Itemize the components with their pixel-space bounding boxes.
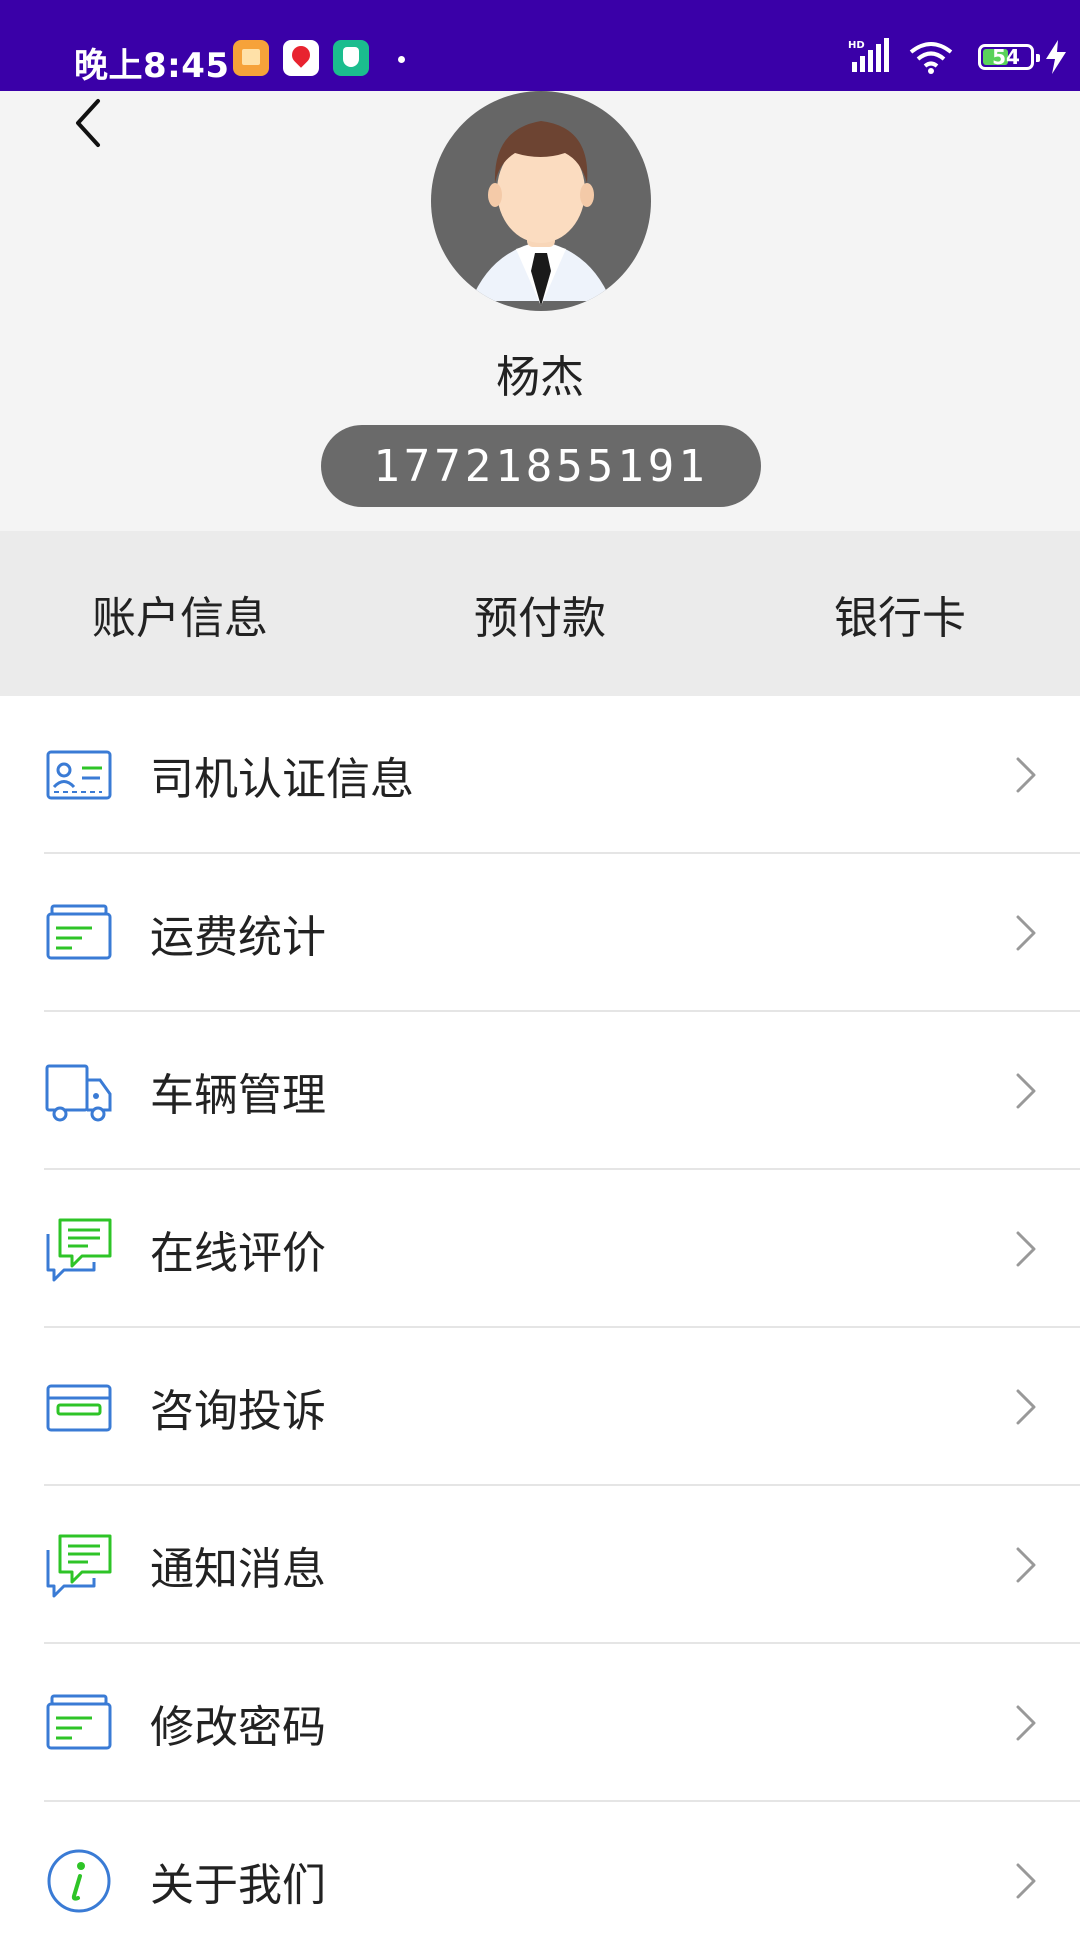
avatar[interactable]	[431, 91, 651, 311]
menu-item-label: 车辆管理	[150, 1070, 326, 1121]
account-tab-bar: 账户信息 预付款 银行卡	[0, 531, 1080, 696]
chevron-left-icon	[76, 99, 100, 147]
battery-icon: 54	[978, 44, 1040, 70]
menu-item-notifications[interactable]: 通知消息	[0, 1486, 1080, 1644]
id-card-icon	[46, 750, 112, 800]
profile-header: 杨杰 17721855191	[0, 91, 1080, 531]
status-time: 晚上8:45	[74, 46, 230, 86]
wifi-icon	[909, 42, 953, 74]
chevron-right-icon	[1016, 757, 1036, 793]
chevron-right-icon	[1016, 1073, 1036, 1109]
user-avatar-icon	[471, 121, 611, 306]
chevron-right-icon	[1016, 915, 1036, 951]
battery-cap	[1036, 54, 1040, 62]
statistics-card-icon	[46, 904, 112, 960]
app-shield-icon	[333, 40, 369, 76]
tab-bank-card[interactable]: 银行卡	[720, 531, 1080, 696]
statistics-card-icon	[46, 1694, 112, 1750]
chevron-right-icon	[1016, 1705, 1036, 1741]
chevron-right-icon	[1016, 1547, 1036, 1583]
tab-account-info[interactable]: 账户信息	[0, 531, 360, 696]
menu-item-vehicle-management[interactable]: 车辆管理	[0, 1012, 1080, 1170]
menu-item-driver-certification[interactable]: 司机认证信息	[0, 696, 1080, 854]
truck-icon	[45, 1064, 112, 1122]
menu-item-label: 运费统计	[150, 912, 326, 963]
chat-bubbles-icon	[46, 1534, 112, 1598]
menu-item-label: 通知消息	[150, 1544, 326, 1595]
bank-card-icon	[46, 1384, 112, 1432]
app-map-pin-icon	[283, 40, 319, 76]
more-notifications-dot-icon	[398, 56, 405, 63]
phone-number-badge: 17721855191	[321, 425, 761, 507]
tab-prepayment[interactable]: 预付款	[360, 531, 720, 696]
menu-item-label: 在线评价	[150, 1228, 326, 1279]
chat-bubbles-icon	[46, 1218, 112, 1282]
profile-name: 杨杰	[496, 352, 584, 403]
signal-hd-icon: HD	[848, 38, 889, 72]
menu-item-consult-complaint[interactable]: 咨询投诉	[0, 1328, 1080, 1486]
charging-icon	[1046, 40, 1066, 74]
menu-item-freight-statistics[interactable]: 运费统计	[0, 854, 1080, 1012]
menu-item-label: 修改密码	[150, 1702, 326, 1753]
menu-item-label: 司机认证信息	[150, 754, 414, 805]
chevron-right-icon	[1016, 1863, 1036, 1899]
app-notes-icon	[233, 40, 269, 76]
menu-list: 司机认证信息 运费统计 车辆管理 在线评价 咨询投诉 通知消息 修改密码 关于我…	[0, 696, 1080, 1960]
menu-item-online-review[interactable]: 在线评价	[0, 1170, 1080, 1328]
status-bar: 晚上8:45 HD 54	[0, 0, 1080, 91]
menu-item-label: 咨询投诉	[150, 1386, 326, 1437]
chevron-right-icon	[1016, 1389, 1036, 1425]
back-button[interactable]	[60, 91, 116, 155]
battery-level-text: 54	[992, 45, 1020, 69]
chevron-right-icon	[1016, 1231, 1036, 1267]
menu-item-change-password[interactable]: 修改密码	[0, 1644, 1080, 1802]
menu-item-label: 关于我们	[150, 1860, 326, 1911]
info-icon	[47, 1849, 111, 1913]
svg-text:HD: HD	[848, 40, 865, 51]
menu-item-about-us[interactable]: 关于我们	[0, 1802, 1080, 1960]
